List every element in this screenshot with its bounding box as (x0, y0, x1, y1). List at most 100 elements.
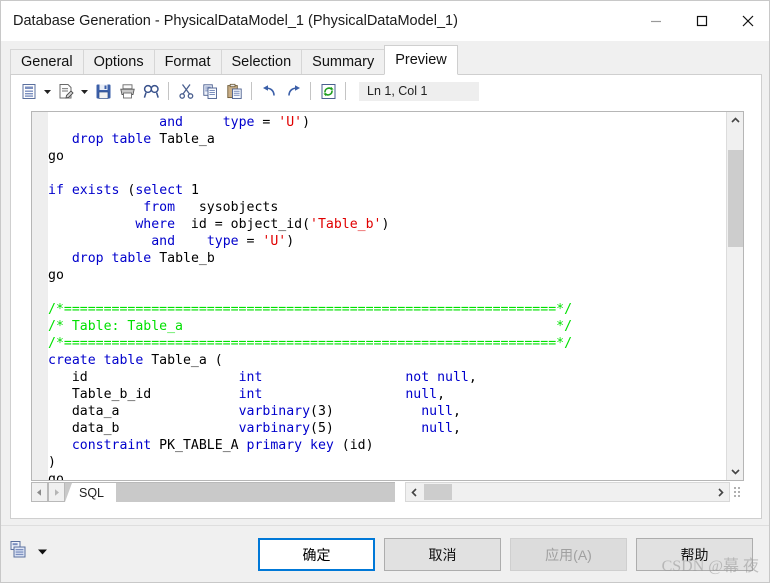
close-button[interactable] (725, 1, 769, 41)
code-token: , (452, 421, 461, 436)
tab-general[interactable]: General (10, 49, 83, 75)
tab-label: Summary (312, 54, 375, 70)
code-token: type (206, 234, 239, 249)
code-token: drop (71, 132, 104, 147)
ok-button[interactable]: 确定 (258, 538, 375, 571)
help-button-label: 帮助 (680, 546, 709, 563)
sheet-next-button[interactable] (48, 482, 65, 502)
copy-icon[interactable] (198, 79, 222, 103)
sheet-tab-gap (395, 482, 405, 502)
code-token: (3) (310, 404, 422, 419)
code-token: ) (381, 217, 390, 232)
tab-format[interactable]: Format (153, 49, 221, 75)
code-token: table (111, 132, 152, 147)
code-token: int (238, 387, 263, 402)
editor-gutter (32, 112, 48, 480)
code-token: PK_TABLE_A (151, 438, 247, 453)
tab-label: General (21, 54, 73, 70)
code-token: table (103, 353, 144, 368)
code-token: /*======================================… (48, 302, 573, 317)
dialog-tabs: General Options Format Selection Summary… (10, 45, 762, 75)
chevron-down-icon[interactable] (37, 544, 48, 562)
sheet-tab-sql[interactable]: SQL (65, 483, 124, 502)
code-token: 'Table_b' (310, 217, 382, 232)
cut-icon[interactable] (174, 79, 198, 103)
cancel-button-label: 取消 (428, 546, 457, 563)
tab-options[interactable]: Options (82, 49, 154, 75)
code-token: exists (71, 183, 120, 198)
save-icon[interactable] (91, 79, 115, 103)
code-token: go (48, 472, 64, 480)
database-generation-dialog: Database Generation - PhysicalDataModel_… (0, 0, 770, 583)
code-token: primary key (246, 438, 334, 453)
tab-summary[interactable]: Summary (301, 49, 385, 75)
sheet-prev-button[interactable] (31, 482, 48, 502)
footer-menu[interactable] (9, 540, 48, 565)
chevron-up-icon[interactable] (727, 112, 743, 129)
vertical-scroll-thumb[interactable] (728, 150, 743, 247)
paste-icon[interactable] (222, 79, 246, 103)
toolbar-separator (310, 82, 311, 100)
window-title: Database Generation - PhysicalDataModel_… (13, 13, 458, 29)
code-token: 'U' (278, 115, 303, 130)
preview-selector-icon[interactable] (17, 79, 41, 103)
code-token: , (468, 370, 477, 385)
code-token: varbinary (238, 421, 311, 436)
refresh-icon[interactable] (316, 79, 340, 103)
ok-button-label: 确定 (302, 546, 331, 563)
horizontal-scroll-thumb[interactable] (424, 484, 452, 500)
code-token: and (151, 234, 176, 249)
editor-horizontal-scrollbar[interactable] (405, 482, 730, 502)
cancel-button[interactable]: 取消 (384, 538, 501, 571)
maximize-button[interactable] (679, 1, 725, 41)
sql-code-text[interactable]: and type = 'U') drop table Table_a go if… (48, 112, 728, 480)
chevron-down-icon[interactable] (41, 79, 54, 103)
apply-button: 应用(A) (510, 538, 627, 571)
sql-preview-editor[interactable]: and type = 'U') drop table Table_a go if… (31, 111, 744, 481)
tab-label: Selection (231, 54, 292, 70)
chevron-down-icon[interactable] (727, 463, 743, 480)
undo-icon[interactable] (257, 79, 281, 103)
preview-panel: Ln 1, Col 1 and type = 'U') drop table T… (10, 74, 762, 519)
page-options-icon[interactable] (9, 540, 29, 565)
code-token: type (222, 115, 255, 130)
tab-label: Options (93, 54, 144, 70)
tab-selection[interactable]: Selection (220, 49, 302, 75)
line-column-indicator: Ln 1, Col 1 (359, 81, 479, 101)
editor-vertical-scrollbar[interactable] (726, 112, 743, 480)
code-token: from (143, 200, 176, 215)
apply-button-label: 应用(A) (545, 546, 592, 563)
code-token: null (405, 387, 438, 402)
code-token: null (421, 421, 453, 436)
redo-icon[interactable] (281, 79, 305, 103)
code-token: id (48, 370, 239, 385)
chevron-right-icon[interactable] (712, 483, 729, 501)
sheet-tabs: SQL (65, 482, 395, 502)
resize-grip[interactable] (730, 482, 744, 502)
chevron-down-icon[interactable] (78, 79, 91, 103)
minimize-button[interactable] (633, 1, 679, 41)
edit-document-icon[interactable] (54, 79, 78, 103)
code-token: go (48, 149, 64, 164)
code-token: /*======================================… (48, 336, 573, 351)
code-token: create (48, 353, 96, 368)
code-token: table (111, 251, 152, 266)
help-button[interactable]: 帮助 (636, 538, 753, 571)
toolbar-separator (251, 82, 252, 100)
code-token: sysobjects (175, 200, 279, 215)
code-token: , (452, 404, 461, 419)
code-token: not null (405, 370, 469, 385)
dialog-button-group: 确定 取消 应用(A) 帮助 (249, 538, 753, 571)
tab-preview[interactable]: Preview (384, 45, 458, 75)
code-token: Table_a ( (143, 353, 223, 368)
code-token: 'U' (262, 234, 287, 249)
print-icon[interactable] (115, 79, 139, 103)
chevron-left-icon[interactable] (406, 483, 423, 501)
find-icon[interactable] (139, 79, 163, 103)
